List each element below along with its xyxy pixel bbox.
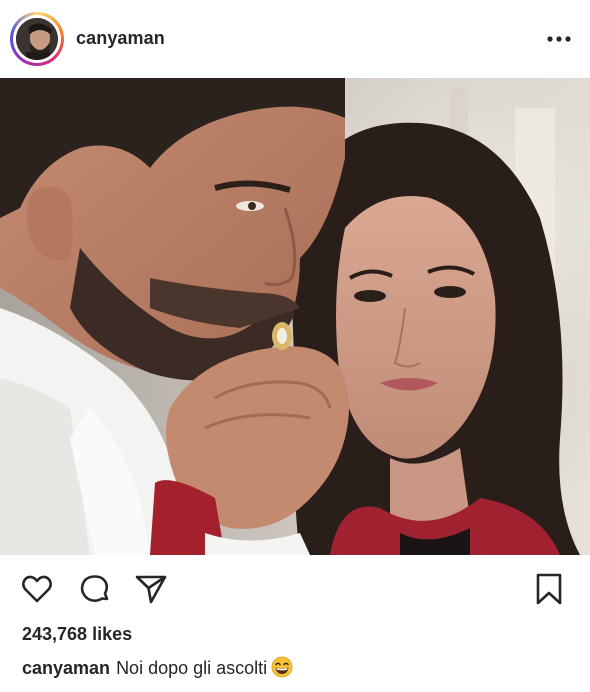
- avatar-story-ring[interactable]: [10, 12, 64, 66]
- post-header: canyaman: [0, 0, 590, 78]
- post-image: [0, 78, 590, 555]
- action-bar: [0, 556, 590, 620]
- bookmark-icon: [536, 573, 562, 605]
- more-options-icon: [547, 36, 571, 42]
- send-icon: [135, 575, 167, 604]
- post-caption: canyaman Noi dopo gli ascolti: [22, 656, 293, 679]
- comment-button[interactable]: [78, 572, 112, 606]
- caption-text: Noi dopo gli ascolti: [116, 658, 268, 678]
- header-username[interactable]: canyaman: [76, 28, 165, 49]
- avatar-image: [16, 18, 58, 60]
- like-button[interactable]: [20, 572, 54, 606]
- more-options-button[interactable]: [542, 26, 576, 52]
- post-photo[interactable]: [0, 78, 590, 555]
- grinning-face-emoji-icon: [271, 656, 293, 678]
- instagram-post: canyaman 243,768 likes canyaman Noi dopo…: [0, 0, 590, 692]
- share-button[interactable]: [134, 572, 168, 606]
- save-button[interactable]: [532, 572, 566, 606]
- heart-icon: [21, 575, 53, 603]
- avatar[interactable]: [16, 18, 58, 60]
- comment-icon: [80, 575, 109, 602]
- caption-username[interactable]: canyaman: [22, 658, 110, 678]
- likes-count[interactable]: 243,768 likes: [22, 624, 132, 645]
